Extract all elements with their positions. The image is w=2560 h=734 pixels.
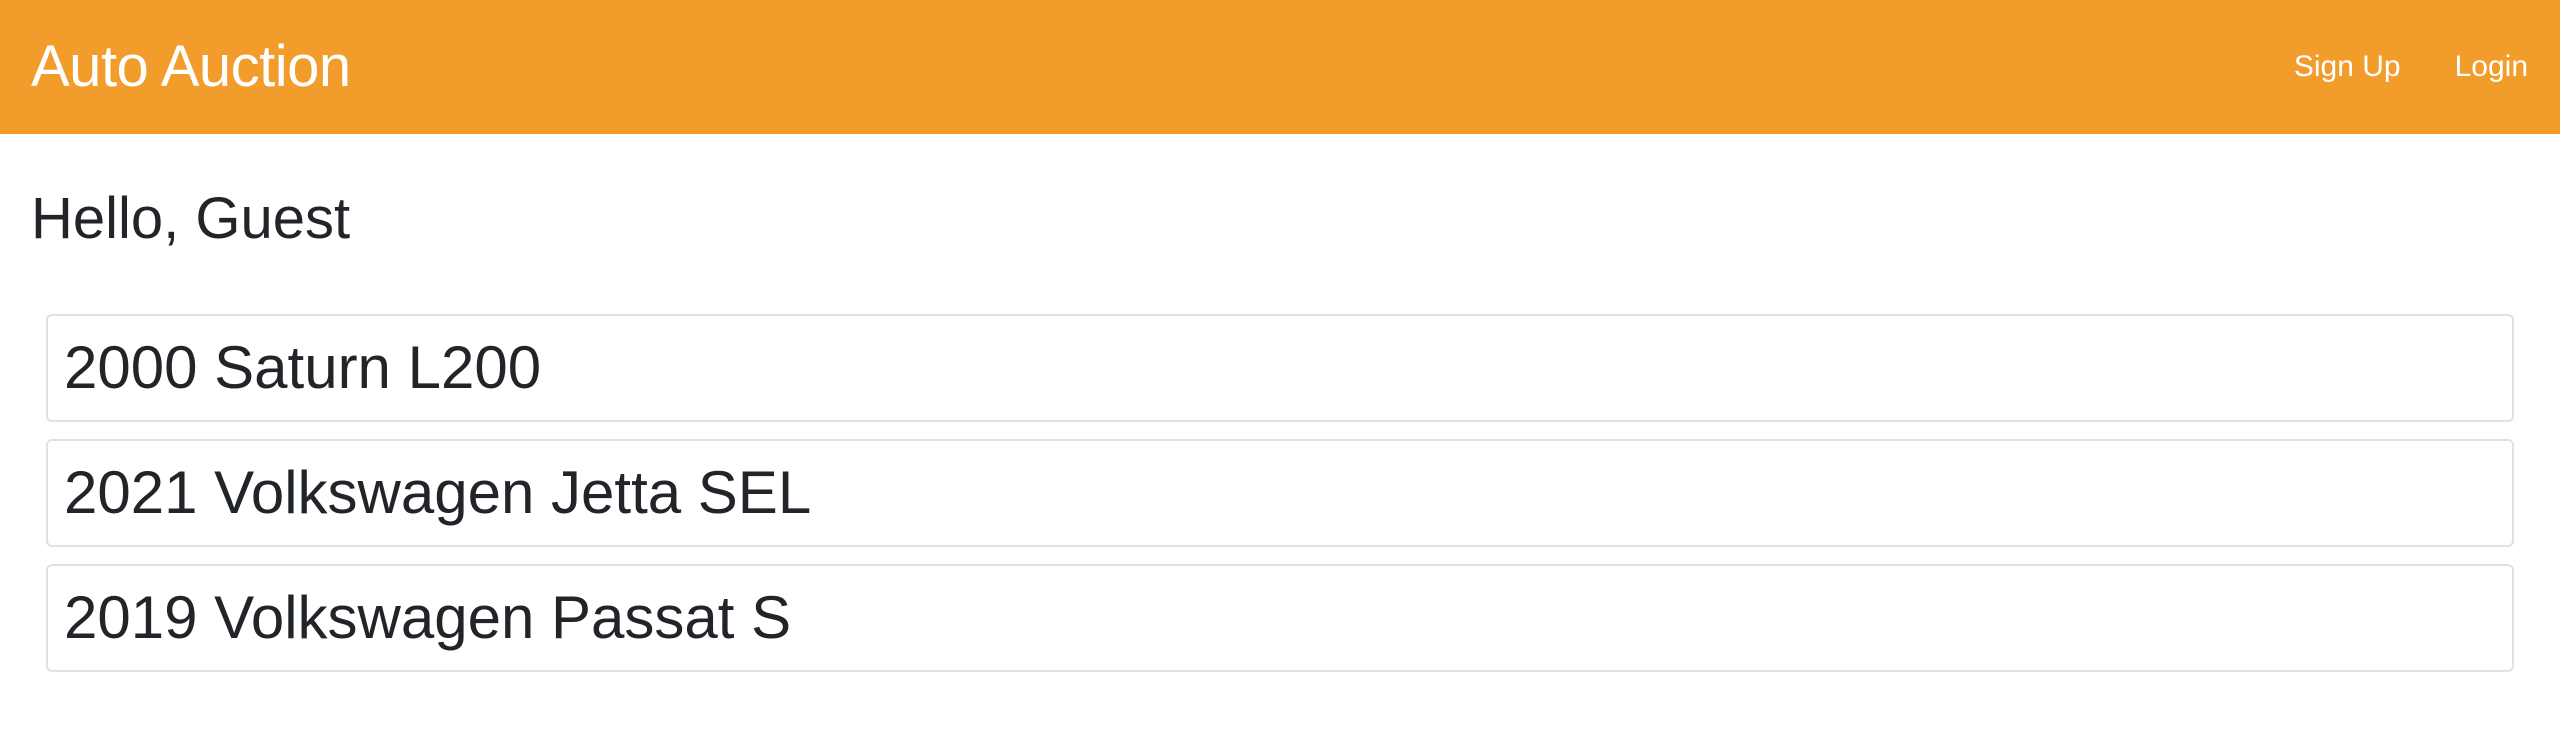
- car-title: 2021 Volkswagen Jetta SEL: [64, 459, 812, 526]
- car-list: 2000 Saturn L200 2021 Volkswagen Jetta S…: [46, 314, 2514, 689]
- car-title: 2000 Saturn L200: [64, 334, 542, 401]
- greeting-heading: Hello, Guest: [31, 186, 351, 251]
- sign-up-link[interactable]: Sign Up: [2294, 52, 2401, 82]
- car-title: 2019 Volkswagen Passat S: [64, 584, 792, 651]
- nav-links: Sign Up Login: [2294, 0, 2528, 134]
- login-link[interactable]: Login: [2455, 52, 2528, 82]
- car-list-item[interactable]: 2019 Volkswagen Passat S: [46, 564, 2514, 672]
- car-list-item[interactable]: 2000 Saturn L200: [46, 314, 2514, 422]
- car-list-item[interactable]: 2021 Volkswagen Jetta SEL: [46, 439, 2514, 547]
- navbar: Auto Auction Sign Up Login: [0, 0, 2560, 134]
- brand-link[interactable]: Auto Auction: [31, 38, 351, 96]
